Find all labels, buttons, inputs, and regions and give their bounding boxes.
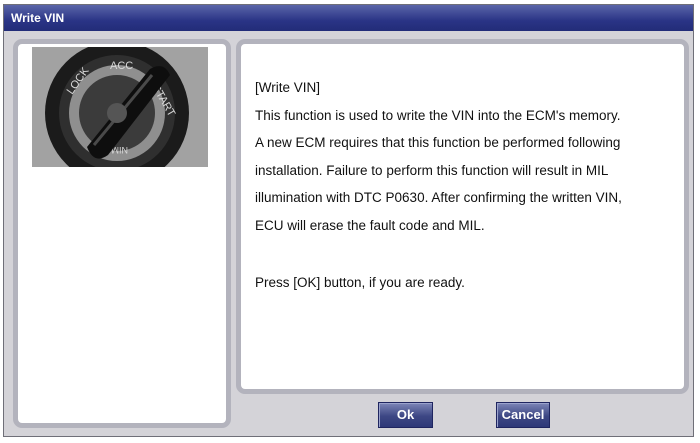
message-line: ECU will erase the fault code and MIL. [255,217,485,233]
ignition-key-switch-image: LOCK ACC START NIM [32,47,208,167]
svg-text:ACC: ACC [110,60,133,72]
message-panel: [Write VIN] This function is used to wri… [236,39,689,394]
dialog-title: Write VIN [4,5,693,31]
write-vin-dialog: Write VIN LOCK ACC START NIM [Write VIN]… [3,4,694,437]
message-text: [Write VIN] This function is used to wri… [255,74,685,296]
message-line: illumination with DTC P0630. After confi… [255,190,622,206]
message-line: installation. Failure to perform this fu… [255,162,609,178]
message-line: This function is used to write the VIN i… [255,107,621,123]
message-line: A new ECM requires that this function be… [255,135,621,151]
ok-button[interactable]: Ok [378,402,433,428]
message-heading: [Write VIN] [255,80,321,95]
ready-prompt: Press [OK] button, if you are ready. [255,274,465,290]
cancel-button[interactable]: Cancel [496,402,550,428]
